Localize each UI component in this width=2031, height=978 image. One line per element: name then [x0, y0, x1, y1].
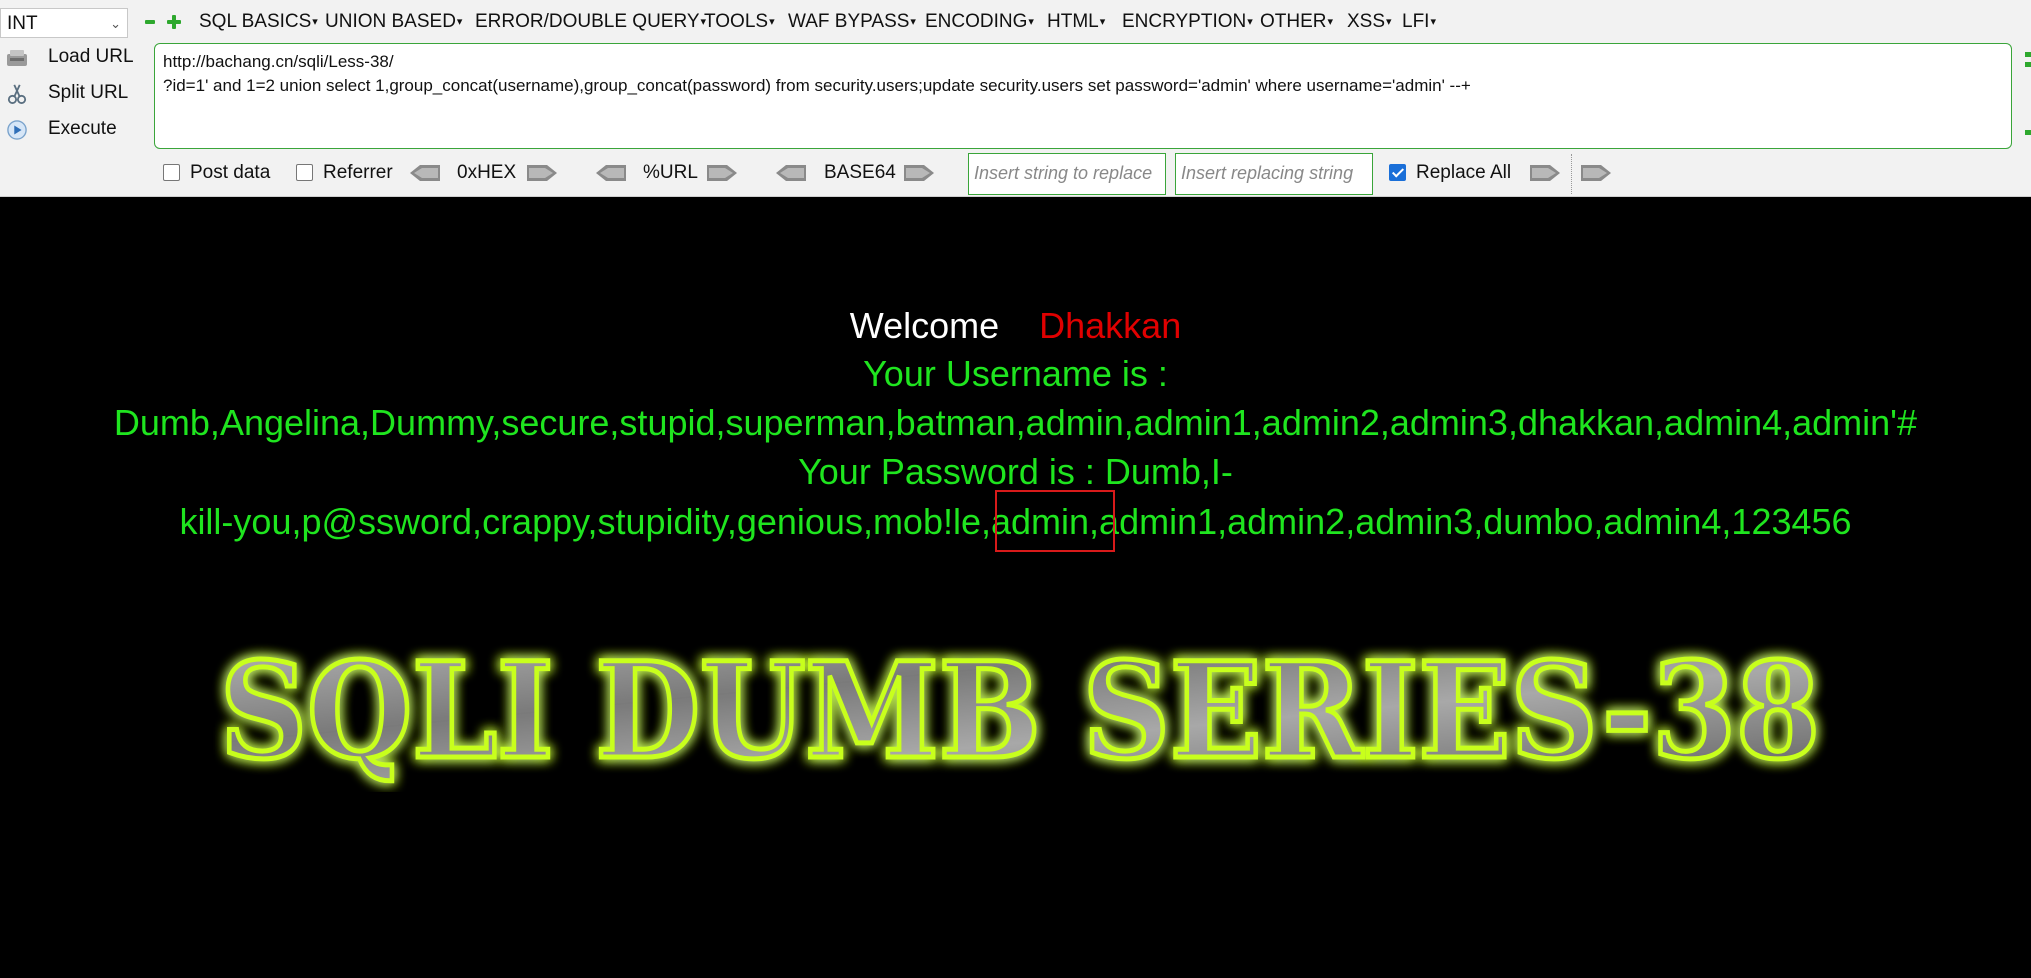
hex-label: 0xHEX: [457, 162, 517, 183]
menu-encoding[interactable]: ENCODING▾: [925, 11, 1034, 33]
username-values: Dumb,Angelina,Dummy,secure,stupid,superm…: [113, 402, 1918, 443]
url-encode-arrow-icon[interactable]: [705, 163, 739, 183]
user-name-text: Dhakkan: [1039, 305, 1182, 346]
caret-down-icon: ▾: [312, 16, 318, 28]
referrer-checkbox[interactable]: [296, 164, 313, 181]
caret-down-icon: ▾: [1430, 16, 1436, 28]
type-select-value: INT: [7, 13, 38, 34]
execute-button[interactable]: Execute: [0, 114, 150, 146]
menu-html[interactable]: HTML▾: [1047, 11, 1105, 33]
menu-lfi[interactable]: LFI▾: [1402, 11, 1436, 33]
url-textarea[interactable]: http://bachang.cn/sqli/Less-38/ ?id=1' a…: [154, 43, 2012, 149]
sqli-banner: SQLI DUMB SERIES-38: [200, 632, 1840, 792]
caret-down-icon: ▾: [456, 16, 463, 28]
split-url-label: Split URL: [48, 82, 129, 103]
execute-label: Execute: [48, 118, 117, 139]
caret-down-icon: ▾: [1099, 16, 1106, 28]
caret-down-icon: ▾: [1247, 16, 1253, 28]
scissors-icon: [7, 84, 27, 104]
caret-down-icon: ▾: [769, 16, 775, 28]
play-icon: [7, 120, 27, 140]
menu-other[interactable]: OTHER▾: [1260, 11, 1333, 33]
password-label: Your Password is : Dumb,I-: [798, 451, 1233, 492]
hackbar-toolbar: INT ⌄ SQL BASICS▾ UNION BASED▾ ERROR/DOU…: [0, 0, 2031, 197]
minus-icon[interactable]: [144, 17, 156, 27]
plus-icon[interactable]: [167, 15, 181, 29]
menu-xss[interactable]: XSS▾: [1347, 11, 1392, 33]
banner-text: SQLI DUMB SERIES-38: [220, 634, 1820, 789]
load-url-label: Load URL: [48, 46, 134, 67]
welcome-line: Welcome Dhakkan: [0, 305, 2031, 347]
caret-down-icon: ▾: [1028, 16, 1034, 28]
menu-encryption[interactable]: ENCRYPTION▾: [1122, 11, 1253, 33]
banner-image: SQLI DUMB SERIES-38: [218, 632, 1823, 792]
post-data-label: Post data: [190, 162, 271, 183]
type-select[interactable]: INT ⌄: [0, 8, 128, 38]
separator: [1571, 154, 1572, 194]
caret-down-icon: ▾: [1386, 16, 1392, 28]
menu-error-double-query[interactable]: ERROR/DOUBLE QUERY▾: [475, 11, 706, 33]
menu-sql-basics[interactable]: SQL BASICS▾: [199, 11, 318, 33]
referrer-label: Referrer: [323, 162, 393, 183]
menu-tools[interactable]: TOOLS▾: [704, 11, 775, 33]
edge-marks: [2025, 52, 2031, 135]
load-url-button[interactable]: Load URL: [0, 42, 150, 74]
username-label: Your Username is :: [863, 353, 1168, 394]
base64-decode-arrow-icon[interactable]: [774, 163, 808, 183]
caret-down-icon: ▾: [1327, 16, 1334, 28]
highlight-annotation-box: [995, 490, 1115, 552]
welcome-text: Welcome: [849, 305, 1000, 346]
chevron-down-icon: ⌄: [110, 16, 121, 31]
menu-waf-bypass[interactable]: WAF BYPASS▾: [788, 11, 916, 33]
base64-encode-arrow-icon[interactable]: [902, 163, 936, 183]
page-content: Welcome Dhakkan Your Username is : Dumb,A…: [0, 197, 2031, 978]
replace-arrow-icon[interactable]: [1528, 163, 1562, 183]
url-label: %URL: [643, 162, 698, 183]
menu-union-based[interactable]: UNION BASED▾: [325, 11, 462, 33]
caret-down-icon: ▾: [910, 16, 916, 28]
replacing-string-input[interactable]: Insert replacing string: [1175, 153, 1373, 195]
base64-label: BASE64: [824, 162, 896, 183]
replace-all-checkbox[interactable]: [1389, 164, 1406, 181]
hex-encode-arrow-icon[interactable]: [525, 163, 559, 183]
load-url-icon: [7, 50, 27, 66]
split-url-button[interactable]: Split URL: [0, 78, 150, 110]
replace-all-label: Replace All: [1416, 162, 1512, 183]
replace-reverse-arrow-icon[interactable]: [1579, 163, 1613, 183]
hex-decode-arrow-icon[interactable]: [408, 163, 442, 183]
url-decode-arrow-icon[interactable]: [594, 163, 628, 183]
post-data-checkbox[interactable]: [163, 164, 180, 181]
replace-string-input[interactable]: Insert string to replace: [968, 153, 1166, 195]
